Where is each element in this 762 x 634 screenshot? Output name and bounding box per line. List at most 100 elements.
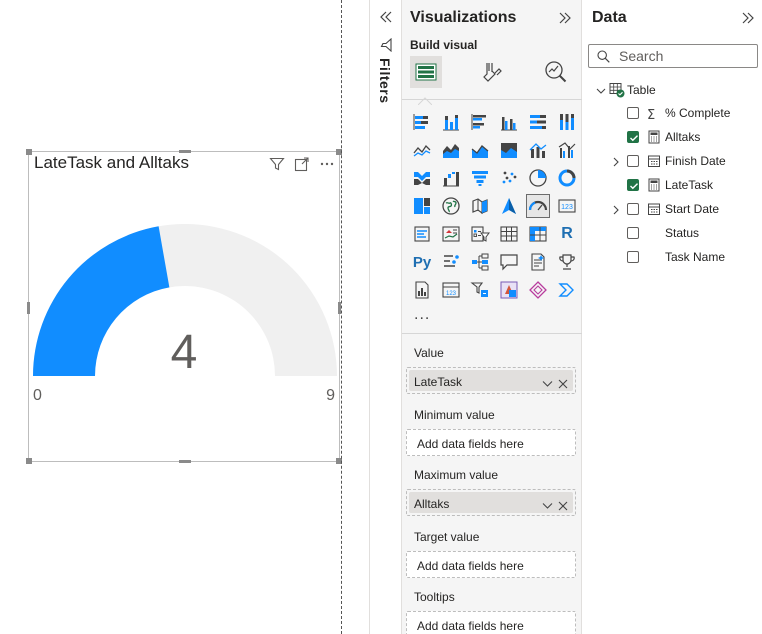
waterfall-chart-icon[interactable] — [439, 166, 463, 190]
data-search-box[interactable] — [588, 44, 758, 68]
chevron-right-icon[interactable] — [611, 155, 621, 167]
field-row-finish-date[interactable]: Finish Date — [611, 152, 761, 170]
more-visuals-flow-icon[interactable] — [555, 278, 579, 302]
card-icon[interactable]: 123 — [555, 194, 579, 218]
kpi-icon[interactable] — [439, 222, 463, 246]
chevron-down-icon[interactable] — [542, 376, 553, 387]
add-data-icon[interactable] — [410, 56, 442, 88]
r-script-visual-icon[interactable]: R — [555, 222, 579, 246]
filled-map-icon[interactable] — [468, 194, 492, 218]
expand-right-icon[interactable] — [557, 10, 573, 26]
collapse-left-icon[interactable] — [377, 8, 395, 26]
focus-mode-icon[interactable] — [294, 156, 310, 172]
field-checkbox[interactable] — [627, 251, 639, 263]
gauge-icon[interactable] — [526, 194, 550, 218]
maximum-value-well[interactable]: Alltaks — [406, 489, 576, 516]
100-percent-column-chart-icon[interactable] — [555, 110, 579, 134]
100-percent-area-chart-icon[interactable] — [497, 138, 521, 162]
format-visual-icon[interactable] — [476, 56, 508, 88]
field-row-alltaks[interactable]: Alltaks — [611, 128, 761, 146]
area-chart-icon[interactable] — [439, 138, 463, 162]
stacked-column-chart-icon[interactable] — [439, 110, 463, 134]
resize-handle-left[interactable] — [27, 302, 30, 314]
field-checkbox[interactable] — [627, 203, 639, 215]
target-value-well[interactable]: Add data fields here — [406, 551, 576, 578]
line-and-stacked-column-icon[interactable] — [526, 138, 550, 162]
field-row-latetask[interactable]: LateTask — [611, 176, 761, 194]
field-row-percent-complete[interactable]: Σ % Complete — [611, 104, 761, 123]
more-options-icon[interactable] — [319, 156, 335, 172]
remove-field-icon[interactable] — [558, 498, 568, 511]
search-input[interactable] — [619, 48, 749, 64]
field-checkbox-checked[interactable] — [627, 131, 639, 143]
100-percent-bar-chart-icon[interactable] — [526, 110, 550, 134]
key-influencers-icon[interactable] — [439, 250, 463, 274]
field-row-start-date[interactable]: Start Date — [611, 200, 761, 218]
svg-text:123: 123 — [561, 204, 573, 211]
smart-narrative-icon[interactable] — [526, 250, 550, 274]
funnel-chart-icon[interactable] — [468, 166, 492, 190]
power-automate-icon[interactable] — [468, 278, 492, 302]
scatter-chart-icon[interactable] — [497, 166, 521, 190]
field-checkbox[interactable] — [627, 107, 639, 119]
value-well[interactable]: LateTask — [406, 367, 576, 394]
resize-handle-top[interactable] — [179, 150, 191, 153]
table-node[interactable]: Table — [595, 81, 656, 99]
power-apps-icon[interactable]: 123 — [439, 278, 463, 302]
calculator-icon — [647, 130, 661, 144]
line-chart-icon[interactable] — [410, 138, 434, 162]
chevron-right-icon[interactable] — [611, 203, 621, 215]
build-visual-label: Build visual — [410, 38, 478, 52]
decomposition-tree-icon[interactable] — [468, 250, 492, 274]
power-automate-flow-icon[interactable] — [526, 278, 550, 302]
visualizations-pane: Visualizations Build visual 123 R Py 123… — [402, 0, 582, 634]
field-checkbox[interactable] — [627, 155, 639, 167]
analytics-icon[interactable] — [540, 56, 572, 88]
chevron-down-icon[interactable] — [542, 498, 553, 509]
expand-right-icon[interactable] — [740, 10, 756, 26]
qa-visual-icon[interactable] — [497, 250, 521, 274]
donut-chart-icon[interactable] — [555, 166, 579, 190]
gauge-max-label: 9 — [326, 387, 335, 404]
field-checkbox-checked[interactable] — [627, 179, 639, 191]
field-row-task-name[interactable]: Task Name — [611, 248, 761, 266]
table-icon[interactable] — [497, 222, 521, 246]
resize-handle-top-left[interactable] — [26, 149, 32, 155]
treemap-icon[interactable] — [410, 194, 434, 218]
field-name: Task Name — [665, 250, 726, 264]
stacked-bar-chart-icon[interactable] — [410, 110, 434, 134]
minimum-value-well[interactable]: Add data fields here — [406, 429, 576, 456]
field-checkbox[interactable] — [627, 227, 639, 239]
goals-metrics-icon[interactable] — [555, 250, 579, 274]
gauge-visual[interactable]: 4 0 9 LateTask and Alltaks — [26, 149, 342, 464]
ribbon-chart-icon[interactable] — [410, 166, 434, 190]
slicer-icon[interactable] — [468, 222, 492, 246]
paginated-report-icon[interactable] — [410, 278, 434, 302]
python-visual-icon[interactable]: Py — [410, 250, 434, 274]
stacked-area-chart-icon[interactable] — [468, 138, 492, 162]
map-icon[interactable] — [439, 194, 463, 218]
power-apps-visual-icon[interactable] — [497, 278, 521, 302]
multi-row-card-icon[interactable] — [410, 222, 434, 246]
clustered-bar-chart-icon[interactable] — [468, 110, 492, 134]
filters-label[interactable]: Filters — [377, 58, 393, 104]
filters-pane-collapsed[interactable]: Filters — [369, 0, 402, 634]
chevron-down-icon[interactable] — [595, 84, 607, 96]
report-canvas[interactable]: 4 0 9 LateTask and Alltaks — [0, 0, 342, 634]
matrix-icon[interactable] — [526, 222, 550, 246]
get-more-visuals-button[interactable]: ... — [414, 306, 430, 324]
visualizations-title: Visualizations — [410, 9, 517, 26]
filter-icon[interactable] — [269, 156, 285, 172]
maximum-field-pill[interactable]: Alltaks — [409, 492, 573, 513]
line-and-clustered-column-icon[interactable] — [555, 138, 579, 162]
tooltips-well[interactable]: Add data fields here — [406, 611, 576, 634]
remove-field-icon[interactable] — [558, 376, 568, 389]
field-row-status[interactable]: Status — [611, 224, 761, 242]
resize-handle-bottom-left[interactable] — [26, 458, 32, 464]
value-field-pill[interactable]: LateTask — [409, 370, 573, 391]
resize-handle-bottom[interactable] — [179, 460, 191, 463]
clustered-column-chart-icon[interactable] — [497, 110, 521, 134]
azure-map-icon[interactable] — [497, 194, 521, 218]
pie-chart-icon[interactable] — [526, 166, 550, 190]
drop-placeholder: Add data fields here — [417, 559, 524, 573]
